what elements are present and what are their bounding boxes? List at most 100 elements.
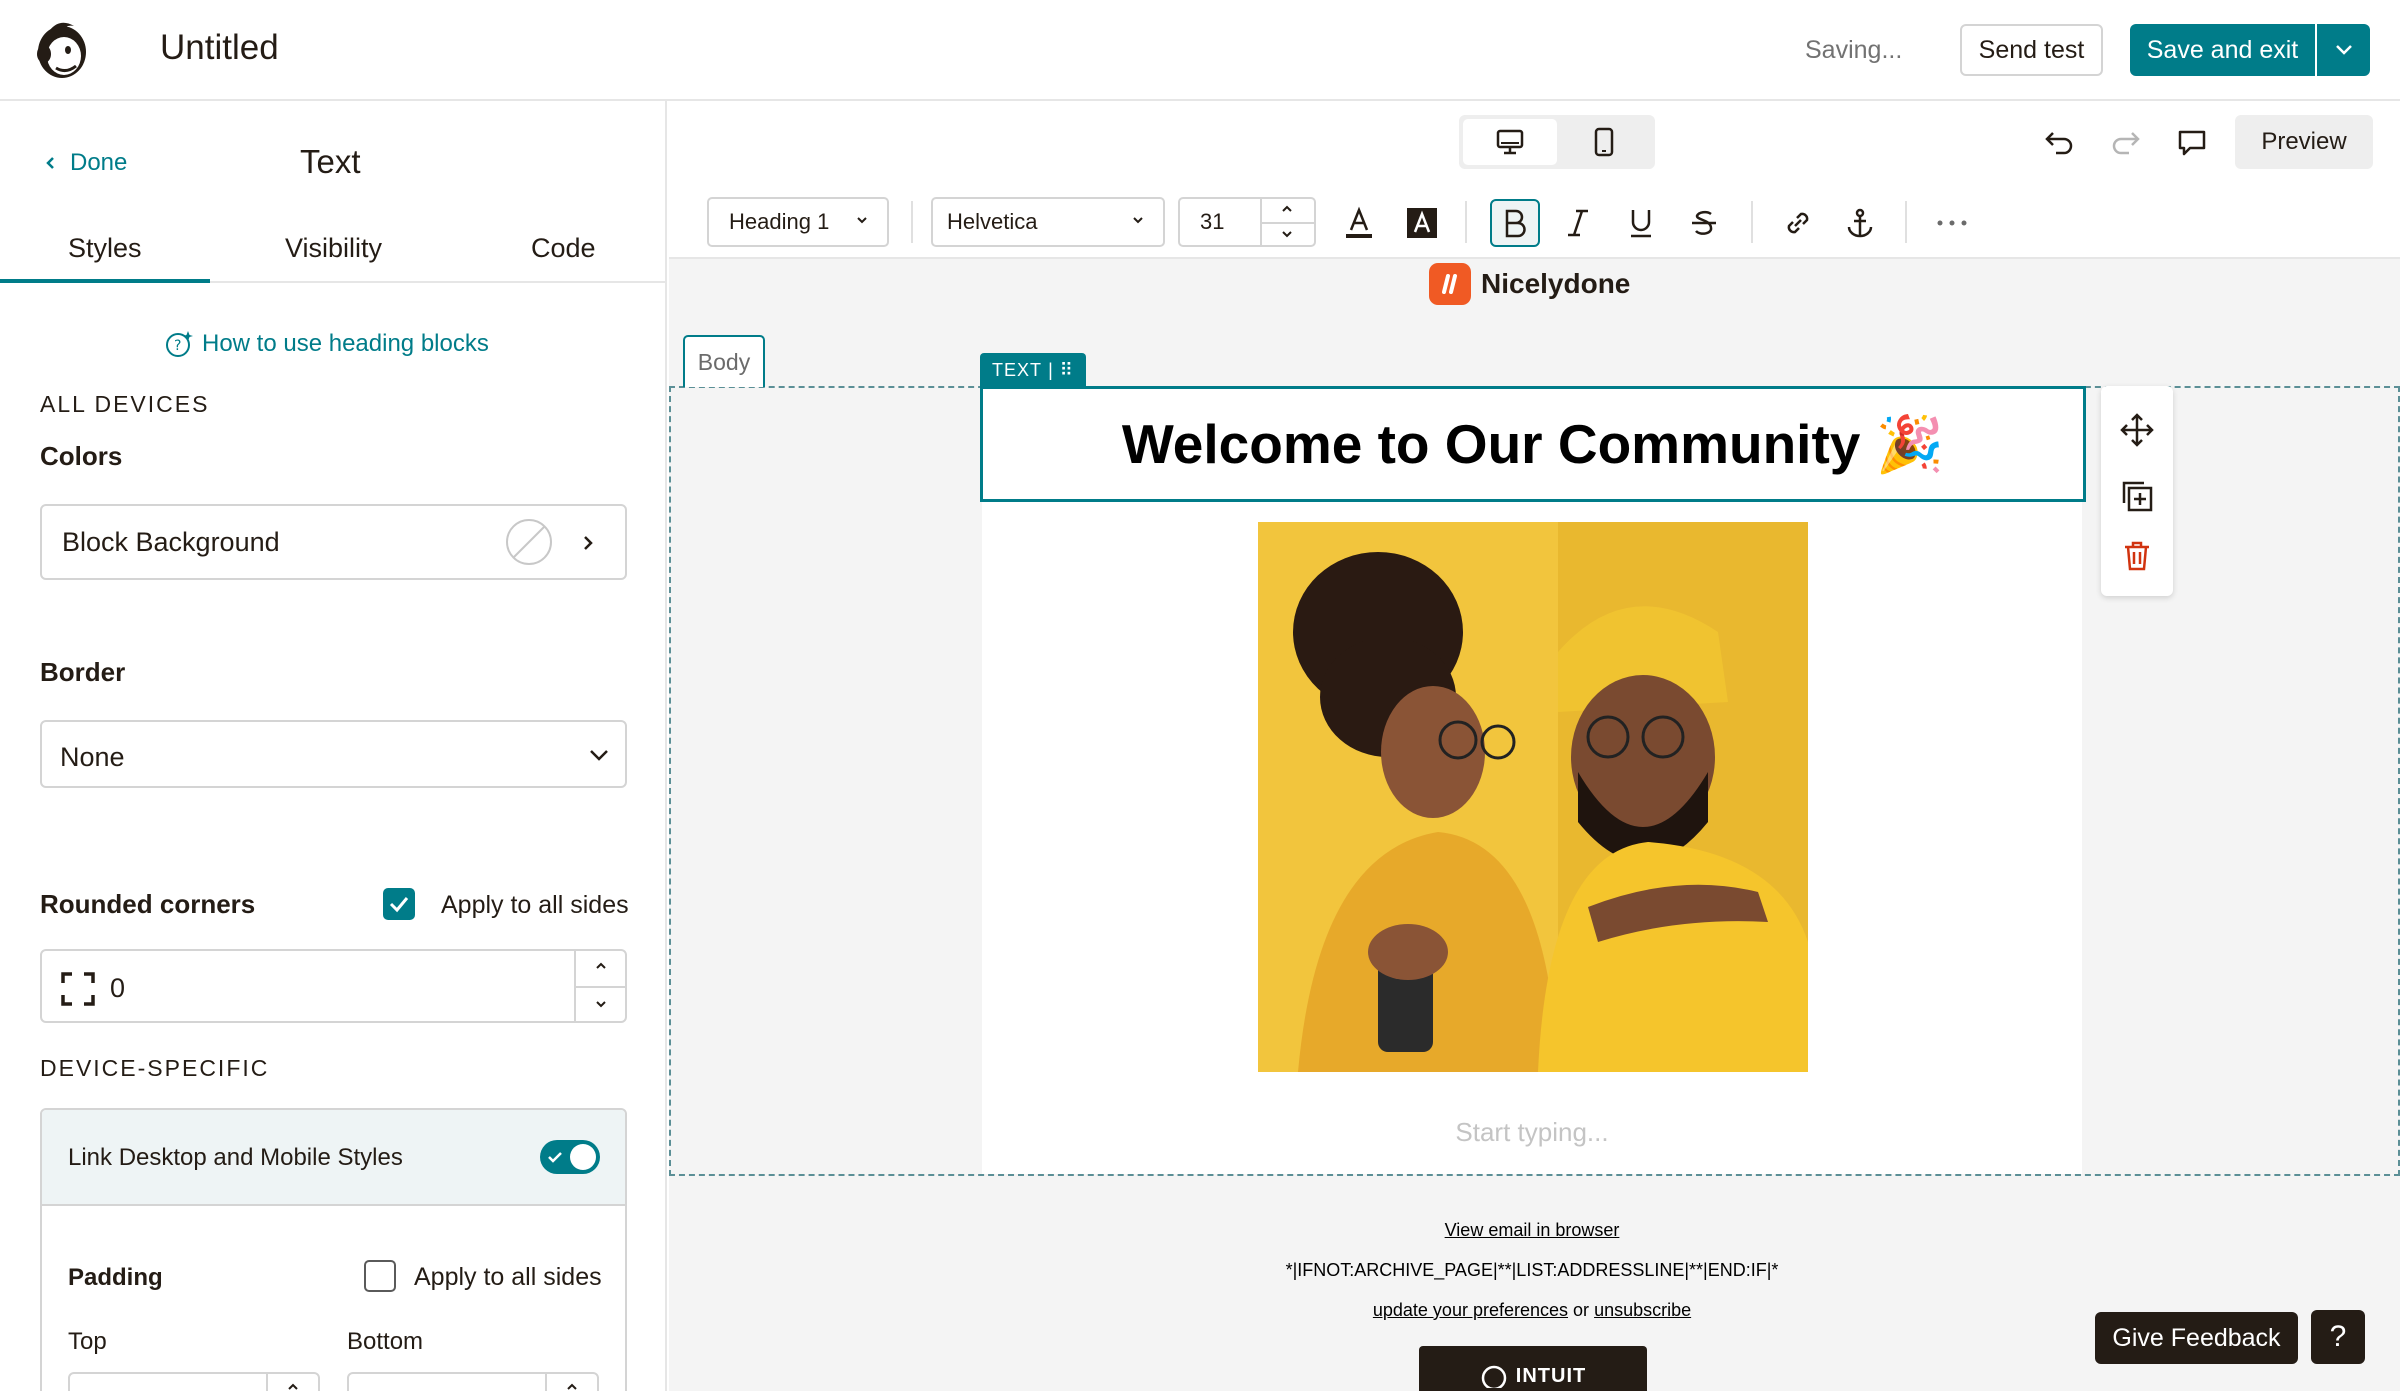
delete-block-button[interactable] bbox=[2115, 534, 2159, 578]
save-and-exit-button[interactable]: Save and exit bbox=[2130, 24, 2315, 76]
rounded-corners-input[interactable]: 0 bbox=[40, 949, 627, 1023]
how-to-heading-link[interactable]: ? How to use heading blocks bbox=[164, 329, 489, 359]
desktop-view-button[interactable] bbox=[1463, 119, 1557, 165]
trash-icon bbox=[2125, 541, 2149, 571]
duplicate-block-button[interactable] bbox=[2115, 474, 2159, 518]
unsubscribe-link[interactable]: unsubscribe bbox=[1594, 1300, 1691, 1320]
comments-button[interactable] bbox=[2172, 123, 2212, 163]
font-family-select[interactable]: Helvetica bbox=[931, 197, 1165, 247]
text-style-value: Heading 1 bbox=[729, 209, 830, 234]
document-title[interactable]: Untitled bbox=[160, 28, 279, 68]
view-in-browser-link[interactable]: View email in browser bbox=[1445, 1220, 1620, 1240]
device-specific-label: DEVICE-SPECIFIC bbox=[40, 1055, 270, 1081]
chevron-down-icon bbox=[857, 217, 867, 224]
save-options-dropdown-button[interactable] bbox=[2317, 24, 2370, 76]
rounded-apply-all-label: Apply to all sides bbox=[441, 891, 629, 919]
desktop-icon bbox=[1496, 129, 1524, 155]
text-block-tag[interactable]: TEXT | ⠿ bbox=[980, 353, 1086, 387]
anchor-icon bbox=[1847, 208, 1873, 238]
increment-arrow-icon[interactable] bbox=[594, 961, 608, 971]
redo-button[interactable] bbox=[2106, 123, 2146, 163]
mailchimp-logo-icon[interactable] bbox=[30, 16, 94, 82]
more-options-button[interactable] bbox=[1927, 199, 1977, 247]
brand-header[interactable]: Nicelydone bbox=[1429, 262, 1630, 306]
border-select[interactable]: None bbox=[40, 720, 627, 788]
increment-arrow-icon[interactable] bbox=[286, 1382, 300, 1391]
decrement-arrow-icon[interactable] bbox=[594, 999, 608, 1009]
help-button[interactable]: ? bbox=[2311, 1310, 2365, 1364]
preview-button[interactable]: Preview bbox=[2235, 115, 2373, 169]
active-tab-indicator bbox=[0, 279, 210, 283]
footer-preferences-line: update your preferences or unsubscribe bbox=[982, 1300, 2082, 1321]
tab-code[interactable]: Code bbox=[531, 233, 596, 264]
text-block-tag-label: TEXT bbox=[992, 359, 1043, 380]
italic-icon bbox=[1568, 209, 1588, 237]
move-block-button[interactable] bbox=[2115, 408, 2159, 452]
redo-icon bbox=[2112, 132, 2140, 155]
or-text: or bbox=[1573, 1300, 1590, 1320]
selected-text-block[interactable]: Welcome to Our Community 🎉 bbox=[980, 386, 2086, 502]
brand-name: Nicelydone bbox=[1481, 268, 1631, 299]
tab-visibility[interactable]: Visibility bbox=[285, 233, 382, 264]
done-link[interactable]: Done bbox=[44, 149, 127, 177]
padding-label: Padding bbox=[68, 1264, 163, 1291]
bold-button[interactable] bbox=[1490, 199, 1540, 247]
hero-image[interactable] bbox=[1258, 522, 1808, 1072]
corner-radius-icon bbox=[61, 972, 95, 1006]
font-size-stepper[interactable]: 31 bbox=[1178, 197, 1316, 247]
undo-button[interactable] bbox=[2039, 123, 2079, 163]
block-background-picker[interactable]: Block Background bbox=[40, 504, 627, 580]
increment-arrow-icon[interactable] bbox=[565, 1382, 579, 1391]
underline-icon bbox=[1631, 210, 1651, 238]
strikethrough-icon bbox=[1692, 210, 1716, 235]
undo-icon bbox=[2045, 132, 2073, 155]
move-icon bbox=[2120, 413, 2154, 447]
all-devices-label: ALL DEVICES bbox=[40, 391, 210, 417]
chevron-down-icon bbox=[2335, 45, 2352, 55]
padding-bottom-input[interactable] bbox=[347, 1372, 599, 1391]
intuit-badge[interactable]: INTUIT bbox=[1419, 1346, 1647, 1391]
text-color-button[interactable] bbox=[1334, 199, 1384, 247]
saving-status: Saving... bbox=[1805, 36, 1903, 64]
padding-top-input[interactable] bbox=[68, 1372, 320, 1391]
underline-button[interactable] bbox=[1616, 199, 1666, 247]
editor-canvas: Preview Heading 1 Helvetica 31 Nicelydon… bbox=[669, 101, 2400, 1391]
italic-button[interactable] bbox=[1553, 199, 1603, 247]
decrement-arrow-icon[interactable] bbox=[1280, 229, 1294, 239]
mobile-view-button[interactable] bbox=[1557, 119, 1651, 165]
update-preferences-link[interactable]: update your preferences bbox=[1373, 1300, 1568, 1320]
toggle-check-icon bbox=[548, 1152, 562, 1163]
empty-text-block-placeholder[interactable]: Start typing... bbox=[982, 1117, 2082, 1148]
increment-arrow-icon[interactable] bbox=[1280, 204, 1294, 214]
panel-title: Text bbox=[300, 143, 361, 180]
footer-merge-tags: *|IFNOT:ARCHIVE_PAGE|**|LIST:ADDRESSLINE… bbox=[1285, 1260, 1779, 1280]
toggle-knob bbox=[570, 1144, 596, 1170]
comment-icon bbox=[2178, 130, 2206, 156]
welcome-heading[interactable]: Welcome to Our Community 🎉 bbox=[1122, 412, 1944, 477]
canvas-top-bar: Preview bbox=[669, 101, 2400, 187]
strikethrough-button[interactable] bbox=[1679, 199, 1729, 247]
highlight-color-button[interactable] bbox=[1397, 199, 1447, 247]
link-styles-header: Link Desktop and Mobile Styles bbox=[42, 1110, 625, 1206]
text-style-select[interactable]: Heading 1 bbox=[707, 197, 889, 247]
link-styles-toggle[interactable] bbox=[540, 1140, 600, 1174]
rounded-apply-all-checkbox[interactable] bbox=[383, 888, 415, 920]
body-section-tag[interactable]: Body bbox=[683, 335, 765, 387]
checkmark-icon bbox=[389, 897, 409, 913]
anchor-button[interactable] bbox=[1835, 199, 1885, 247]
people-photo-icon bbox=[1258, 522, 1808, 1072]
chevron-right-icon bbox=[584, 536, 593, 550]
padding-apply-all-checkbox[interactable] bbox=[364, 1260, 396, 1292]
link-button[interactable] bbox=[1773, 199, 1823, 247]
mobile-icon bbox=[1594, 127, 1614, 157]
rounded-corners-label: Rounded corners bbox=[40, 889, 256, 919]
drag-handle-icon: | ⠿ bbox=[1048, 359, 1074, 380]
device-toggle bbox=[1459, 115, 1655, 169]
duplicate-icon bbox=[2122, 481, 2153, 512]
give-feedback-button[interactable]: Give Feedback bbox=[2095, 1312, 2298, 1364]
padding-top-label: Top bbox=[68, 1328, 107, 1355]
tab-styles[interactable]: Styles bbox=[68, 233, 142, 264]
send-test-button[interactable]: Send test bbox=[1960, 24, 2103, 76]
block-background-label: Block Background bbox=[62, 527, 280, 557]
colors-label: Colors bbox=[40, 441, 123, 471]
